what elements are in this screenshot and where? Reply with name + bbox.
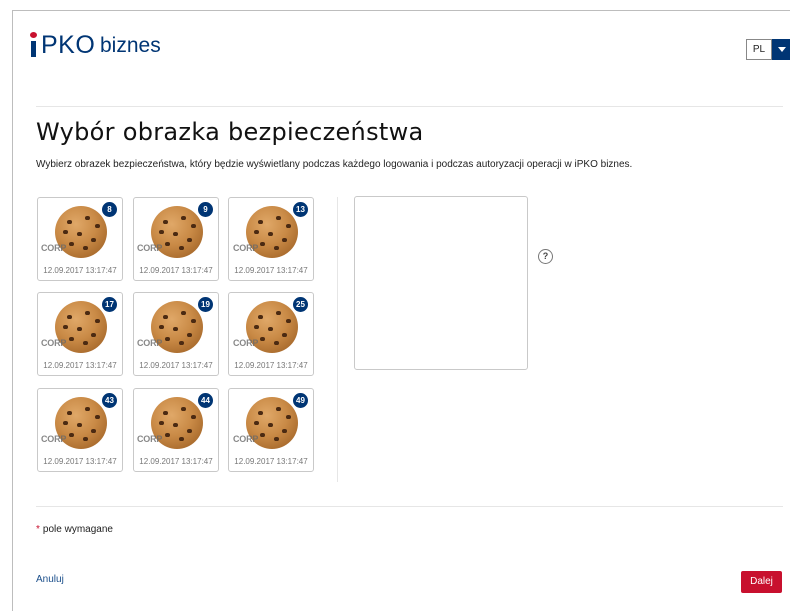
security-image-tile[interactable]: CORP 43 12.09.2017 13:17:47 [37, 388, 123, 472]
security-image-tile[interactable]: CORP 19 12.09.2017 13:17:47 [133, 292, 219, 376]
image-timestamp: 12.09.2017 13:17:47 [234, 266, 308, 275]
image-timestamp: 12.09.2017 13:17:47 [43, 361, 117, 370]
image-watermark: CORP [233, 434, 259, 444]
image-watermark: CORP [41, 243, 67, 253]
image-number-badge: 25 [293, 297, 308, 312]
logo-biznes: biznes [100, 34, 161, 57]
security-image-tile[interactable]: CORP 8 12.09.2017 13:17:47 [37, 197, 123, 281]
required-note: * pole wymagane [36, 524, 113, 535]
image-number-badge: 9 [198, 202, 213, 217]
image-number-badge: 17 [102, 297, 117, 312]
page-description: Wybierz obrazek bezpieczeństwa, który bę… [36, 159, 633, 170]
language-value[interactable]: PL [746, 39, 772, 60]
image-timestamp: 12.09.2017 13:17:47 [139, 266, 213, 275]
image-watermark: CORP [41, 338, 67, 348]
image-number-badge: 43 [102, 393, 117, 408]
image-timestamp: 12.09.2017 13:17:47 [43, 266, 117, 275]
image-number-badge: 49 [293, 393, 308, 408]
image-number-badge: 8 [102, 202, 117, 217]
image-timestamp: 12.09.2017 13:17:47 [234, 457, 308, 466]
image-timestamp: 12.09.2017 13:17:47 [43, 457, 117, 466]
image-watermark: CORP [137, 243, 163, 253]
image-watermark: CORP [233, 338, 259, 348]
image-number-badge: 13 [293, 202, 308, 217]
security-image-tile[interactable]: CORP 44 12.09.2017 13:17:47 [133, 388, 219, 472]
image-number-badge: 44 [198, 393, 213, 408]
selected-image-preview [354, 196, 528, 370]
image-watermark: CORP [233, 243, 259, 253]
next-button[interactable]: Dalej [741, 571, 782, 593]
image-watermark: CORP [137, 338, 163, 348]
image-timestamp: 12.09.2017 13:17:47 [139, 457, 213, 466]
security-image-tile[interactable]: CORP 9 12.09.2017 13:17:47 [133, 197, 219, 281]
image-number-badge: 19 [198, 297, 213, 312]
required-note-label: pole wymagane [42, 524, 113, 535]
image-timestamp: 12.09.2017 13:17:47 [234, 361, 308, 370]
image-watermark: CORP [137, 434, 163, 444]
column-divider [337, 197, 338, 482]
help-icon[interactable]: ? [538, 249, 553, 264]
logo-i-icon [29, 32, 38, 57]
image-timestamp: 12.09.2017 13:17:47 [139, 361, 213, 370]
required-star: * [36, 524, 40, 535]
header-divider [36, 106, 783, 107]
security-image-tile[interactable]: CORP 25 12.09.2017 13:17:47 [228, 292, 314, 376]
security-image-tile[interactable]: CORP 13 12.09.2017 13:17:47 [228, 197, 314, 281]
image-watermark: CORP [41, 434, 67, 444]
language-select[interactable]: PL [746, 39, 790, 60]
footer-divider [36, 506, 783, 507]
cancel-link[interactable]: Anuluj [36, 574, 64, 585]
security-image-tile[interactable]: CORP 49 12.09.2017 13:17:47 [228, 388, 314, 472]
page-title: Wybór obrazka bezpieczeństwa [36, 118, 424, 146]
security-image-tile[interactable]: CORP 17 12.09.2017 13:17:47 [37, 292, 123, 376]
logo-pko: PKO [41, 31, 96, 59]
caret-down-icon[interactable] [772, 39, 790, 60]
